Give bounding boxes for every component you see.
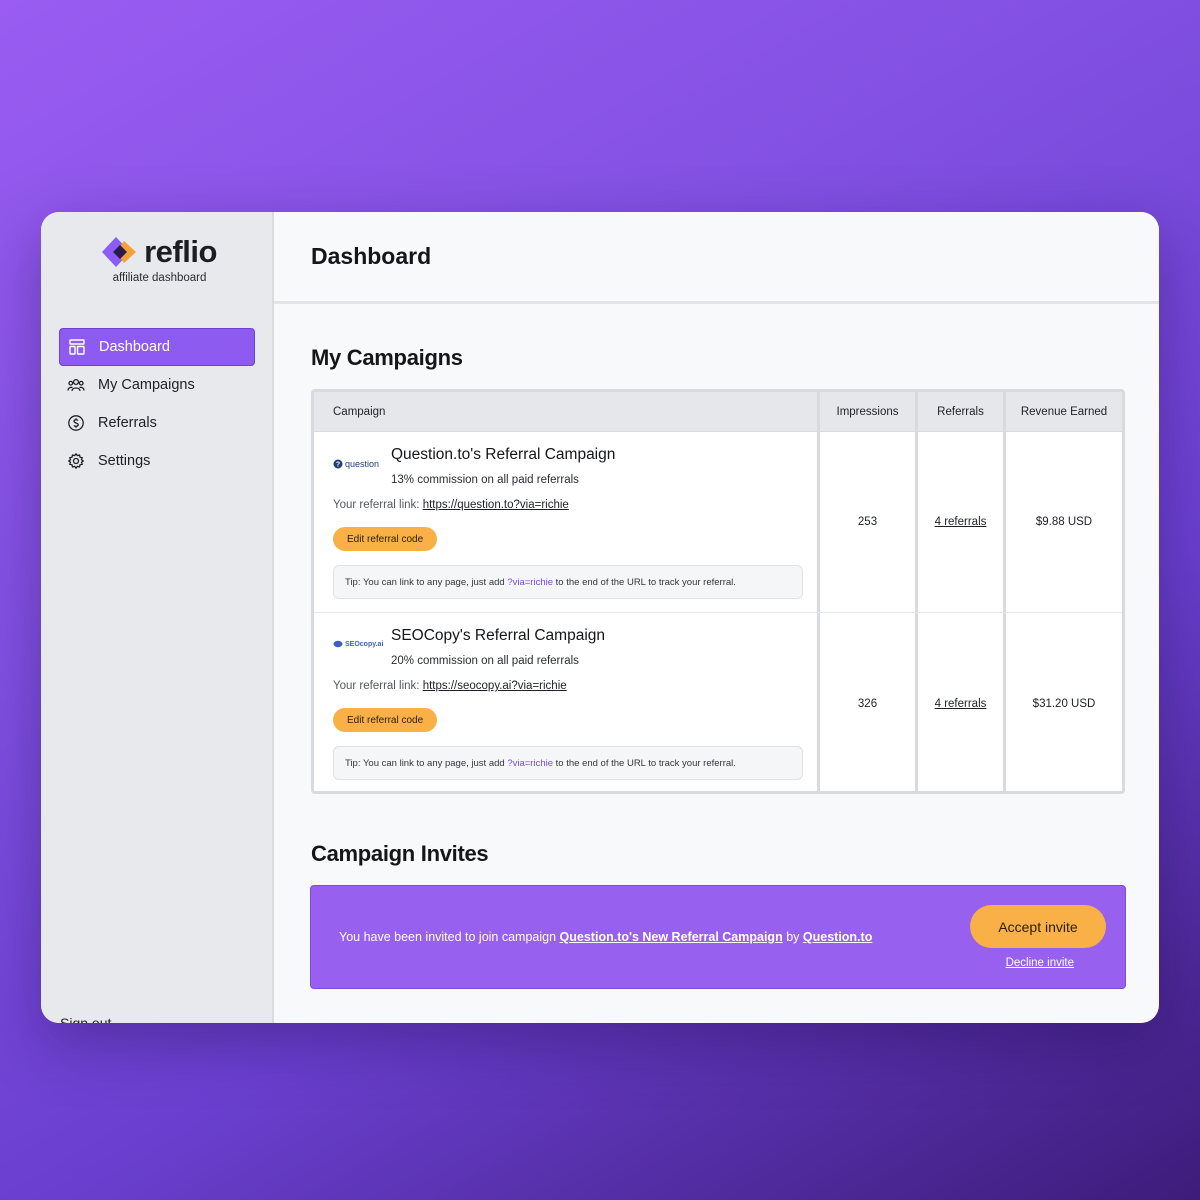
tip-param: ?via=richie: [507, 576, 554, 588]
decline-invite-link[interactable]: Decline invite: [1006, 957, 1074, 969]
referral-link-row: Your referral link: https://question.to?…: [333, 499, 569, 511]
question-logo-icon: ?: [333, 459, 343, 469]
svg-text:?: ?: [336, 462, 340, 469]
seocopy-logo-icon: [333, 640, 343, 648]
referral-link[interactable]: https://seocopy.ai?via=richie: [423, 680, 567, 692]
main-content: Dashboard My Campaigns Campaign Impressi…: [274, 212, 1159, 1023]
question-logo: ? question: [333, 459, 379, 469]
sign-out-link[interactable]: Sign out: [60, 1015, 111, 1023]
referral-link-label: Your referral link:: [333, 499, 420, 511]
edit-referral-code-button[interactable]: Edit referral code: [333, 527, 438, 551]
table-header: Campaign Impressions Referrals Revenue E…: [314, 392, 1122, 432]
sidebar-item-dashboard[interactable]: Dashboard: [59, 328, 255, 366]
campaigns-table: Campaign Impressions Referrals Revenue E…: [311, 389, 1125, 794]
app-window: reflio affiliate dashboard Dashboard My …: [41, 212, 1159, 1023]
impressions-cell: 326: [817, 613, 915, 791]
column-header-referrals: Referrals: [915, 392, 1003, 431]
column-header-campaign: Campaign: [333, 405, 386, 418]
referrals-link[interactable]: 4 referrals: [935, 698, 987, 710]
tip-param: ?via=richie: [507, 757, 554, 769]
question-logo-text: question: [345, 459, 380, 469]
accept-invite-button[interactable]: Accept invite: [970, 905, 1106, 948]
invite-text-prefix: You have been invited to join campaign: [339, 930, 557, 944]
referrals-link[interactable]: 4 referrals: [935, 516, 987, 528]
dashboard-icon: [68, 338, 86, 356]
tip-suffix: to the end of the URL to track your refe…: [555, 757, 736, 769]
seocopy-logo-text: SEOcopy.ai: [345, 640, 384, 648]
sidebar-item-label: My Campaigns: [98, 377, 195, 393]
column-header-impressions: Impressions: [817, 392, 915, 431]
campaigns-section-title: My Campaigns: [311, 345, 463, 370]
tip-prefix: Tip: You can link to any page, just add: [345, 576, 505, 588]
gear-icon: [67, 452, 85, 470]
sidebar-item-label: Dashboard: [99, 339, 170, 355]
brand-subtitle: affiliate dashboard: [112, 272, 207, 284]
tip-box: Tip: You can link to any page, just add …: [333, 565, 803, 599]
tip-prefix: Tip: You can link to any page, just add: [345, 757, 505, 769]
referral-link-row: Your referral link: https://seocopy.ai?v…: [333, 680, 567, 692]
sidebar-item-referrals[interactable]: Referrals: [59, 404, 255, 442]
sidebar-item-label: Referrals: [98, 415, 157, 431]
invite-campaign-link[interactable]: Question.to's New Referral Campaign: [560, 930, 783, 944]
invite-text-by: by: [786, 930, 800, 944]
invite-message: You have been invited to join campaign Q…: [339, 930, 872, 944]
referrals-cell: 4 referrals: [915, 613, 1003, 791]
edit-referral-code-button[interactable]: Edit referral code: [333, 708, 438, 732]
revenue-cell: $9.88 USD: [1003, 432, 1122, 612]
reflio-logo-icon: [102, 237, 137, 267]
campaign-commission: 13% commission on all paid referrals: [391, 474, 579, 486]
revenue-cell: $31.20 USD: [1003, 613, 1122, 791]
campaign-invite-banner: You have been invited to join campaign Q…: [310, 885, 1126, 989]
campaign-commission: 20% commission on all paid referrals: [391, 655, 579, 667]
tip-box: Tip: You can link to any page, just add …: [333, 746, 803, 780]
impressions-cell: 253: [817, 432, 915, 612]
page-header: Dashboard: [274, 212, 1159, 304]
seocopy-logo: SEOcopy.ai: [333, 640, 383, 648]
sidebar-item-label: Settings: [98, 453, 151, 469]
dollar-icon: [67, 414, 85, 432]
table-row: ? question Question.to's Referral Campai…: [314, 432, 1122, 613]
campaign-name: Question.to's Referral Campaign: [391, 446, 616, 463]
sidebar: reflio affiliate dashboard Dashboard My …: [41, 212, 274, 1023]
campaign-cell: SEOcopy.ai SEOCopy's Referral Campaign 2…: [314, 613, 817, 791]
invite-company-link[interactable]: Question.to: [803, 930, 872, 944]
brand-name: reflio: [144, 234, 217, 269]
brand-logo[interactable]: reflio affiliate dashboard: [41, 234, 274, 284]
referrals-cell: 4 referrals: [915, 432, 1003, 612]
tip-suffix: to the end of the URL to track your refe…: [555, 576, 736, 588]
users-icon: [67, 376, 85, 394]
column-header-revenue: Revenue Earned: [1003, 392, 1122, 431]
referral-link[interactable]: https://question.to?via=richie: [423, 499, 569, 511]
campaign-name: SEOCopy's Referral Campaign: [391, 627, 606, 644]
page-title: Dashboard: [311, 243, 432, 269]
referral-link-label: Your referral link:: [333, 680, 420, 692]
sidebar-nav: Dashboard My Campaigns Referrals Setting…: [59, 328, 255, 480]
table-row: SEOcopy.ai SEOCopy's Referral Campaign 2…: [314, 613, 1122, 791]
sidebar-item-my-campaigns[interactable]: My Campaigns: [59, 366, 255, 404]
invites-section-title: Campaign Invites: [311, 841, 489, 866]
campaign-cell: ? question Question.to's Referral Campai…: [314, 432, 817, 612]
sidebar-item-settings[interactable]: Settings: [59, 442, 255, 480]
